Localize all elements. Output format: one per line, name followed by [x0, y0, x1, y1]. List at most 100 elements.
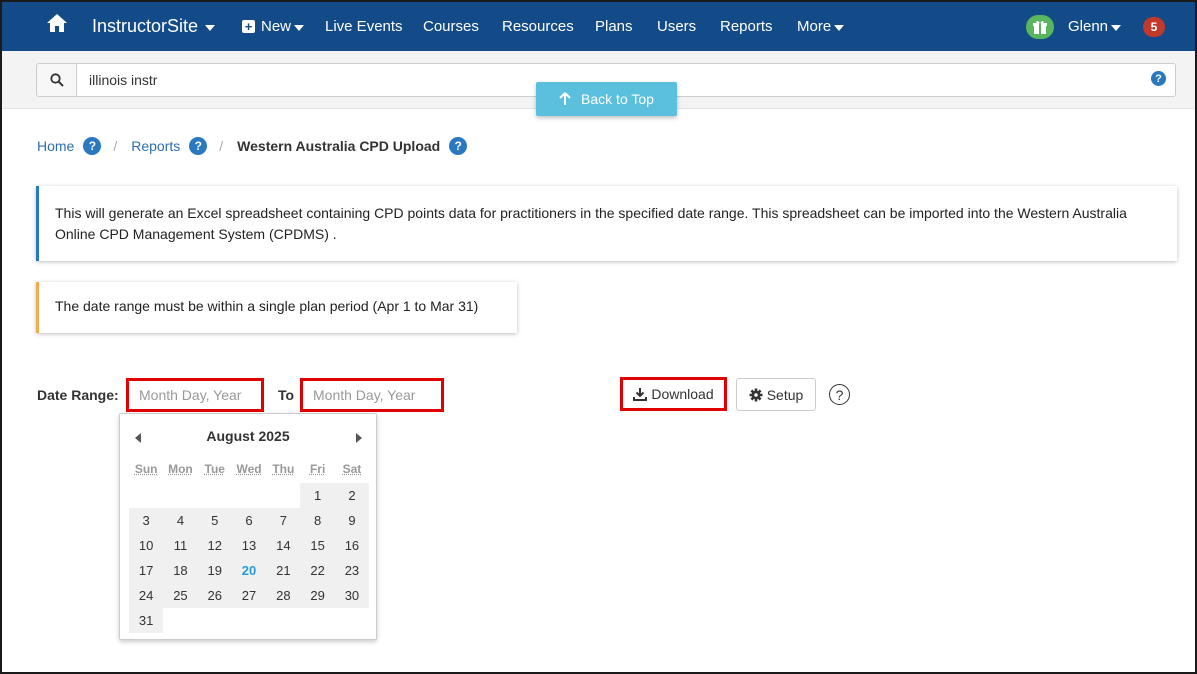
nav-new-menu[interactable]: + New	[242, 18, 305, 35]
chevron-down-icon	[205, 24, 216, 31]
setup-button[interactable]: Setup	[736, 378, 816, 411]
calendar-grid: Sun Mon Tue Wed Thu Fri Sat 1 2 3 4 5 6 7 8 9 10 11 12 13 1…	[129, 458, 370, 633]
calendar-day[interactable]: 22	[300, 558, 335, 583]
weekday-header: Tue	[204, 462, 225, 476]
calendar-day[interactable]: 29	[300, 583, 335, 608]
weekday-header: Fri	[309, 462, 326, 476]
calendar-day[interactable]: 30	[334, 583, 370, 608]
weekday-header: Wed	[236, 462, 262, 476]
calendar-day[interactable]: 18	[163, 558, 198, 583]
help-icon[interactable]: ?	[449, 137, 468, 155]
calendar-day[interactable]: 11	[163, 533, 198, 558]
to-label: To	[278, 387, 295, 403]
calendar-day[interactable]: 15	[300, 533, 335, 558]
calendar-day[interactable]: 23	[334, 558, 370, 583]
calendar-month[interactable]: August	[206, 428, 254, 444]
weekday-header: Sun	[134, 462, 158, 476]
breadcrumb-home[interactable]: Home	[37, 138, 74, 154]
calendar-empty-cell	[198, 608, 232, 633]
nav-more-menu[interactable]: More	[797, 18, 845, 35]
calendar-day[interactable]: 2	[334, 483, 370, 508]
back-to-top-button[interactable]: Back to Top	[536, 82, 677, 116]
download-icon	[633, 388, 648, 401]
calendar-day[interactable]: 27	[231, 583, 267, 608]
calendar-year[interactable]: 2025	[258, 428, 289, 444]
calendar-month-year: August 2025	[120, 428, 376, 448]
calendar-empty-cell	[335, 608, 369, 633]
setup-label: Setup	[766, 386, 804, 403]
calendar-day[interactable]: 13	[231, 533, 267, 558]
nav-reports[interactable]: Reports	[720, 18, 773, 35]
brand-label: InstructorSite	[92, 16, 199, 36]
calendar-day[interactable]: 10	[129, 533, 164, 558]
help-icon[interactable]: ?	[189, 137, 208, 155]
nav-new-label: New	[261, 18, 292, 35]
start-date-input[interactable]	[126, 378, 264, 412]
calendar-day[interactable]: 1	[300, 483, 335, 508]
calendar-day[interactable]: 31	[129, 608, 164, 633]
back-to-top-label: Back to Top	[581, 91, 654, 107]
date-range-label: Date Range:	[37, 387, 119, 403]
calendar-day[interactable]: 8	[300, 508, 335, 533]
breadcrumb: Home ? / Reports ? / Western Australia C…	[37, 137, 468, 155]
gear-icon	[749, 388, 763, 401]
calendar-empty-cell	[198, 483, 232, 508]
warning-panel: The date range must be within a single p…	[36, 282, 517, 333]
breadcrumb-separator: /	[219, 138, 224, 154]
help-icon[interactable]: ?	[83, 137, 102, 155]
breadcrumb-reports[interactable]: Reports	[131, 138, 180, 154]
calendar-day[interactable]: 3	[129, 508, 164, 533]
download-label: Download	[651, 386, 714, 402]
calendar-week-row: 24 25 26 27 28 29 30	[129, 583, 370, 608]
question-circle-icon[interactable]: ?	[829, 384, 850, 405]
calendar-day[interactable]: 26	[197, 583, 232, 608]
nav-more-label: More	[797, 18, 832, 35]
search-button[interactable]	[36, 63, 76, 97]
gift-icon[interactable]	[1026, 15, 1054, 39]
calendar-day[interactable]: 28	[266, 583, 301, 608]
brand-menu[interactable]: InstructorSite	[92, 16, 216, 37]
nav-live-events[interactable]: Live Events	[325, 18, 403, 35]
nav-users[interactable]: Users	[657, 18, 696, 35]
calendar-day[interactable]: 25	[163, 583, 198, 608]
calendar-day[interactable]: 12	[197, 533, 232, 558]
weekday-header: Mon	[168, 462, 193, 476]
search-help-icon[interactable]: ?	[1151, 71, 1166, 86]
chevron-right-icon[interactable]	[356, 433, 362, 443]
calendar-empty-cell	[163, 608, 197, 633]
calendar-day[interactable]: 14	[266, 533, 301, 558]
calendar-day[interactable]: 4	[163, 508, 198, 533]
calendar-day[interactable]: 7	[266, 508, 301, 533]
weekday-row: Sun Mon Tue Wed Thu Fri Sat	[129, 458, 369, 483]
chevron-down-icon	[834, 24, 845, 31]
home-icon[interactable]	[46, 13, 70, 35]
calendar-day[interactable]: 24	[129, 583, 164, 608]
info-panel: This will generate an Excel spreadsheet …	[36, 186, 1177, 261]
user-name: Glenn	[1068, 18, 1109, 35]
calendar-day[interactable]: 21	[266, 558, 301, 583]
chevron-down-icon	[1111, 24, 1122, 31]
calendar-day[interactable]: 6	[231, 508, 267, 533]
calendar-week-row: 3456789	[129, 508, 370, 533]
weekday-header: Sat	[342, 462, 362, 476]
arrow-up-icon	[559, 92, 571, 105]
calendar-day[interactable]: 19	[197, 558, 232, 583]
nav-courses[interactable]: Courses	[423, 18, 479, 35]
calendar-day[interactable]: 9	[334, 508, 370, 533]
nav-resources[interactable]: Resources	[502, 18, 574, 35]
user-menu[interactable]: Glenn	[1068, 18, 1122, 35]
calendar-day[interactable]: 16	[334, 533, 370, 558]
notification-badge[interactable]: 5	[1143, 17, 1165, 37]
end-date-input[interactable]	[300, 378, 444, 412]
calendar-week-row: 31	[129, 608, 369, 633]
calendar-day[interactable]: 20	[231, 558, 267, 583]
calendar-day[interactable]: 5	[197, 508, 232, 533]
date-picker-calendar: August 2025 Sun Mon Tue Wed Thu Fri Sat 123456…	[119, 413, 377, 640]
nav-plans[interactable]: Plans	[595, 18, 633, 35]
download-button[interactable]: Download	[620, 377, 727, 411]
top-navbar: InstructorSite + New Live Events Courses…	[2, 2, 1195, 51]
calendar-day[interactable]: 17	[129, 558, 164, 583]
info-text: This will generate an Excel spreadsheet …	[55, 205, 1127, 242]
chevron-down-icon	[294, 24, 305, 31]
calendar-empty-cell	[232, 483, 266, 508]
